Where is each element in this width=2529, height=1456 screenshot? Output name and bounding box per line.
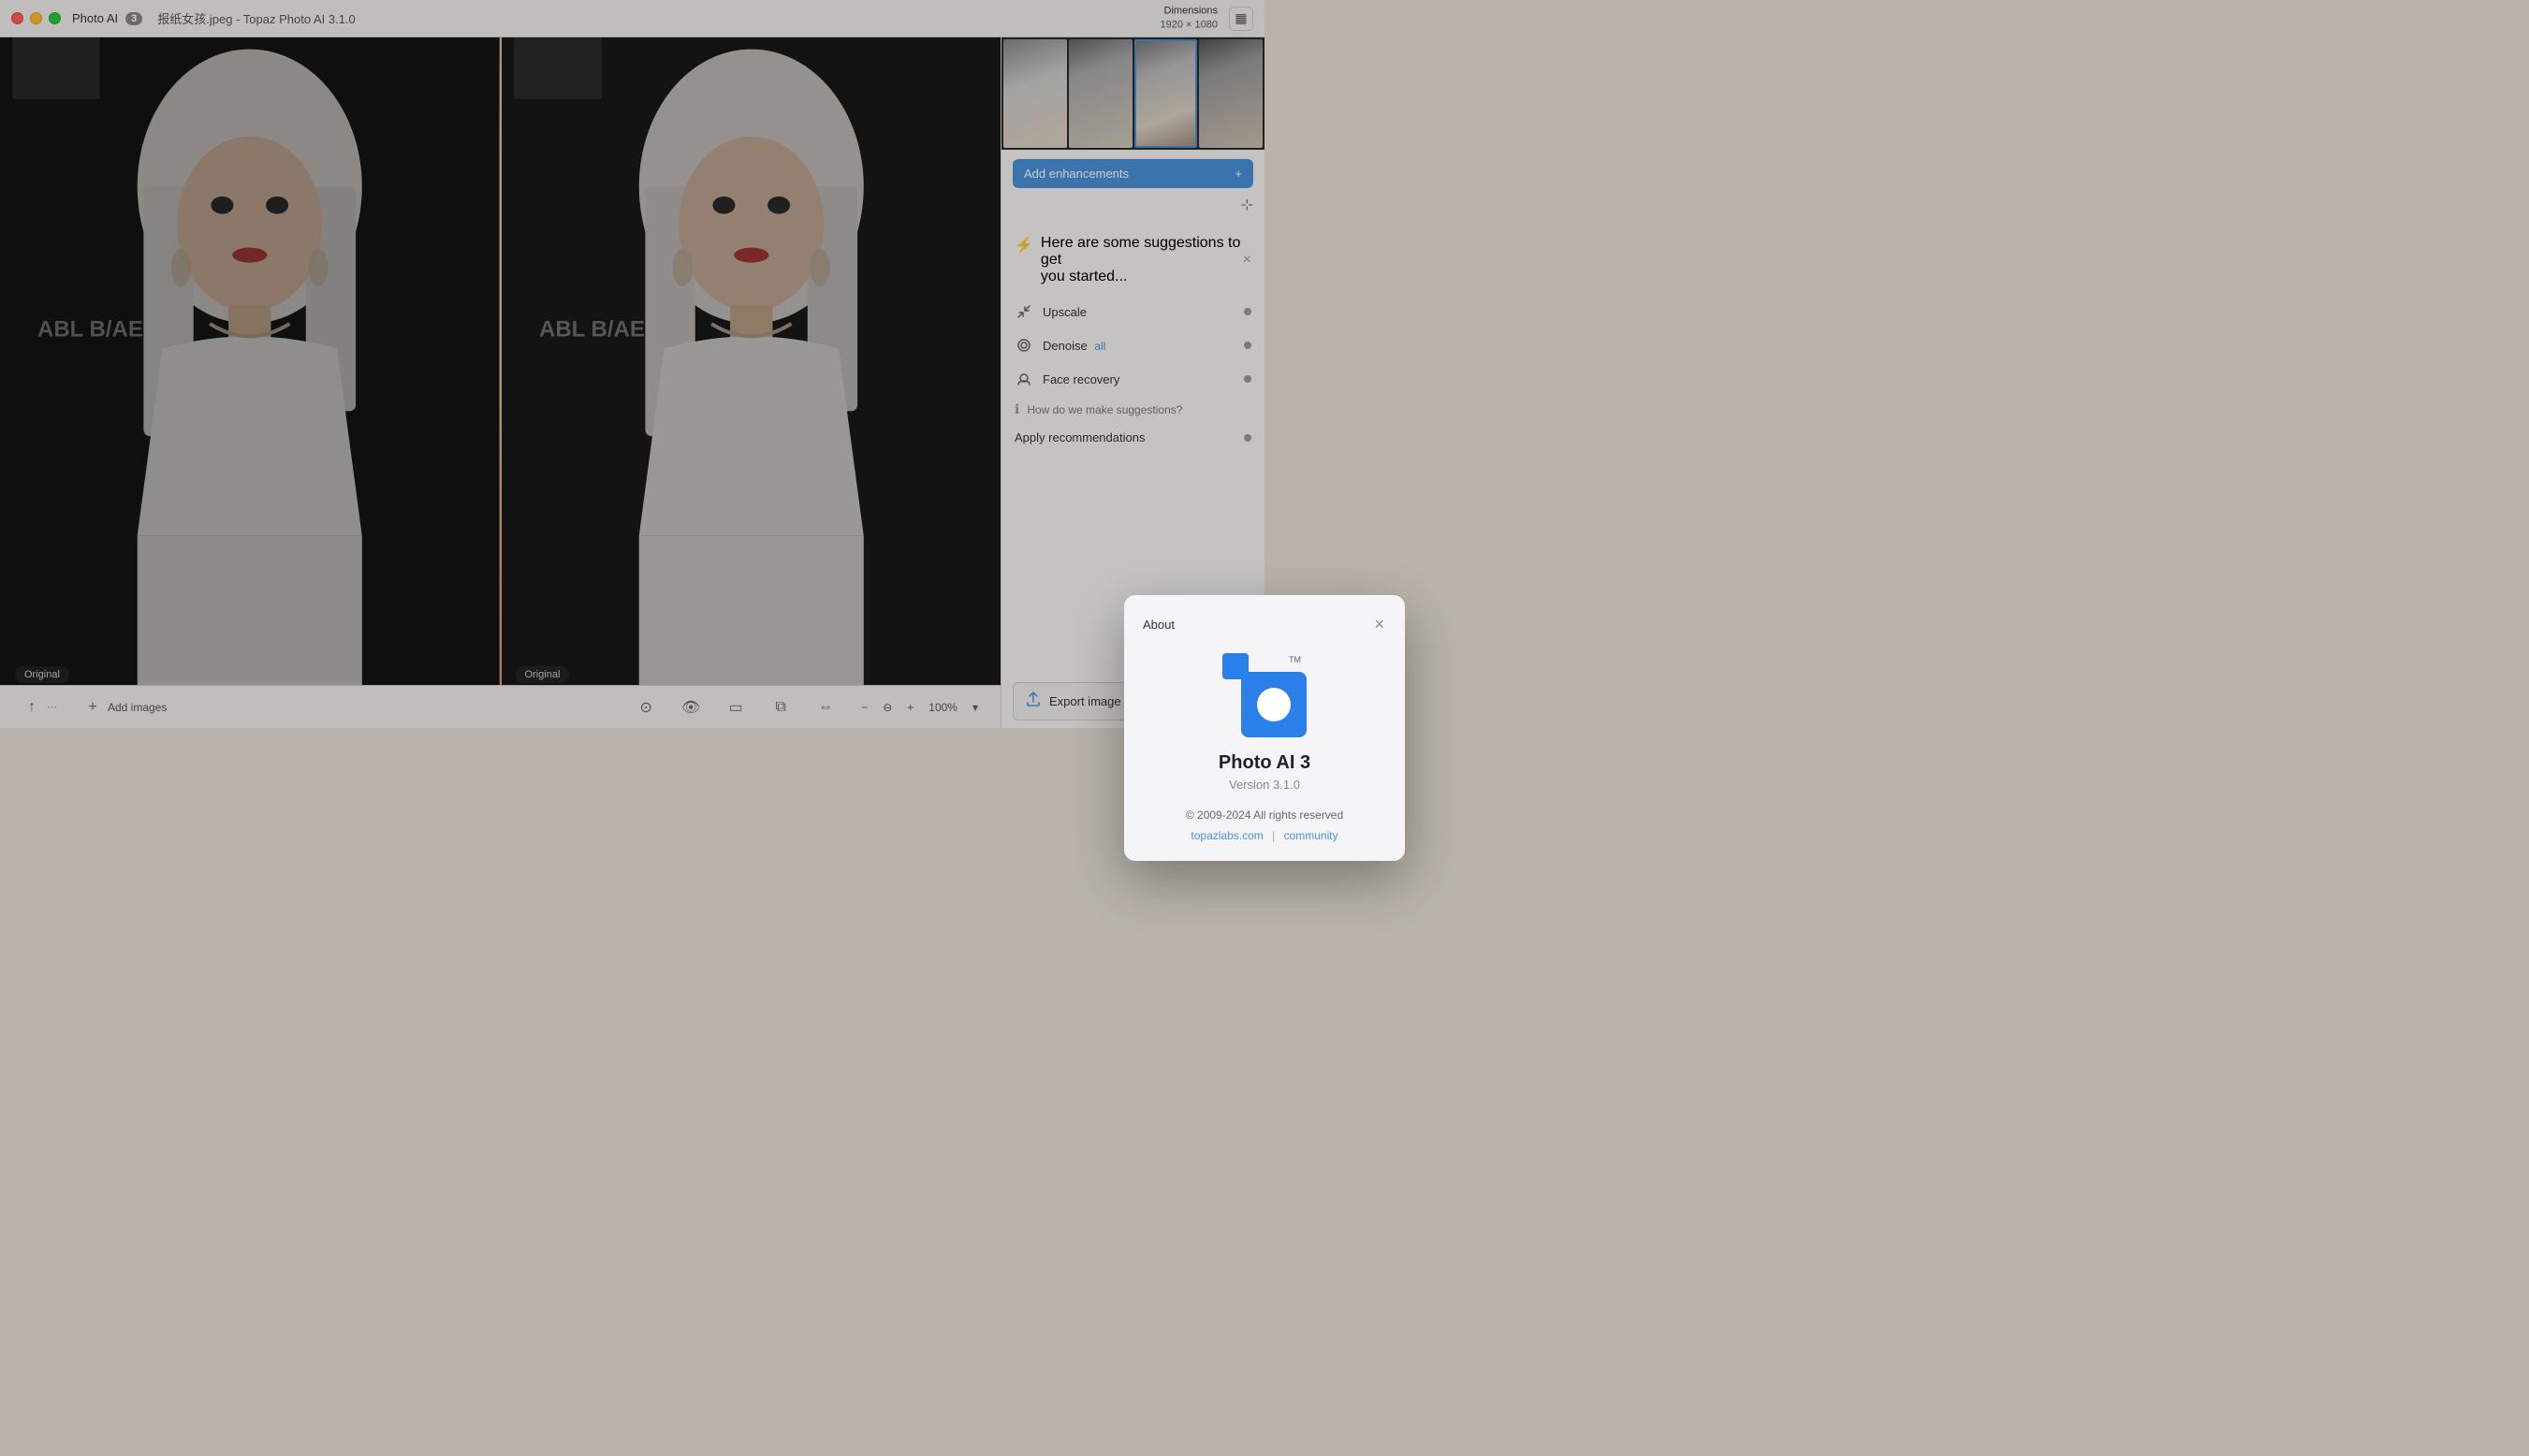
- modal-copyright: © 2009-2024 All rights reserved: [1143, 808, 1386, 822]
- modal-links: topazlabs.com | community: [1143, 829, 1386, 842]
- modal-app-name: Photo AI 3: [1143, 752, 1386, 774]
- modal-version: Version 3.1.0: [1143, 778, 1386, 792]
- topaz-logo: TM: [1222, 653, 1307, 737]
- topazlabs-link[interactable]: topazlabs.com: [1191, 829, 1263, 842]
- modal-close-button[interactable]: ×: [1372, 614, 1386, 634]
- link-separator: |: [1272, 829, 1275, 842]
- logo-circle: [1257, 688, 1291, 721]
- logo-tm: TM: [1289, 655, 1301, 664]
- community-link[interactable]: community: [1284, 829, 1338, 842]
- modal-overlay[interactable]: About × TM Photo AI 3 Version 3.1.0 © 20…: [0, 0, 2529, 1456]
- modal-header: About ×: [1143, 614, 1386, 634]
- modal-close-icon: ×: [1374, 615, 1384, 633]
- about-modal: About × TM Photo AI 3 Version 3.1.0 © 20…: [1124, 595, 1405, 861]
- logo-big-square: [1241, 672, 1307, 737]
- modal-logo-area: TM: [1143, 653, 1386, 737]
- modal-title: About: [1143, 618, 1175, 632]
